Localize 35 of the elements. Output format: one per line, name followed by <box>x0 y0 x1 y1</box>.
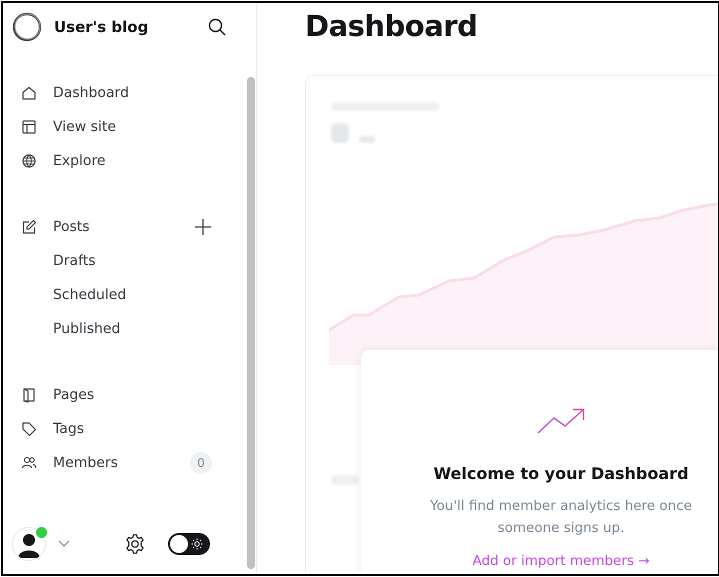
nav-item[interactable]: Dashboard <box>53 85 129 101</box>
tag-icon <box>21 421 37 437</box>
sun-icon <box>191 538 203 550</box>
home-icon <box>21 85 37 101</box>
nav-item[interactable]: Scheduled <box>53 287 126 303</box>
nav-item[interactable]: View site <box>53 119 116 135</box>
page-title: Dashboard <box>305 9 478 45</box>
welcome-text: You'll find member analytics here once someone signs up. <box>429 497 693 538</box>
pencil-square-icon <box>21 219 37 235</box>
people-icon <box>21 455 37 471</box>
layout-icon <box>21 119 37 135</box>
pages-icon <box>21 387 37 403</box>
logo-icon <box>12 12 42 42</box>
trend-up-icon <box>537 408 585 434</box>
plus-icon[interactable] <box>194 218 212 236</box>
blog-title: User's blog <box>54 18 150 36</box>
chevron-down-icon[interactable] <box>58 540 70 548</box>
blurred-change-bar <box>359 136 375 143</box>
count-badge: 0 <box>190 452 212 474</box>
scrollbar-thumb[interactable] <box>247 77 255 569</box>
nav-item[interactable]: Tags <box>53 421 84 437</box>
welcome-heading: Welcome to your Dashboard <box>433 464 689 483</box>
nav-item[interactable]: Members <box>53 455 118 471</box>
nav-item[interactable]: Explore <box>53 153 106 169</box>
globe-icon <box>21 153 37 169</box>
nav-item[interactable]: Pages <box>53 387 94 403</box>
add-members-link[interactable]: Add or import members → <box>472 553 650 569</box>
user-avatar[interactable] <box>12 527 46 561</box>
blurred-value-bar <box>331 123 349 143</box>
nav-item[interactable]: Published <box>53 321 120 337</box>
nav-item[interactable]: Drafts <box>53 253 96 269</box>
settings-icon[interactable] <box>124 533 146 555</box>
theme-toggle[interactable] <box>168 533 210 555</box>
search-icon[interactable] <box>208 18 226 36</box>
nav-item[interactable]: Posts <box>53 219 90 235</box>
